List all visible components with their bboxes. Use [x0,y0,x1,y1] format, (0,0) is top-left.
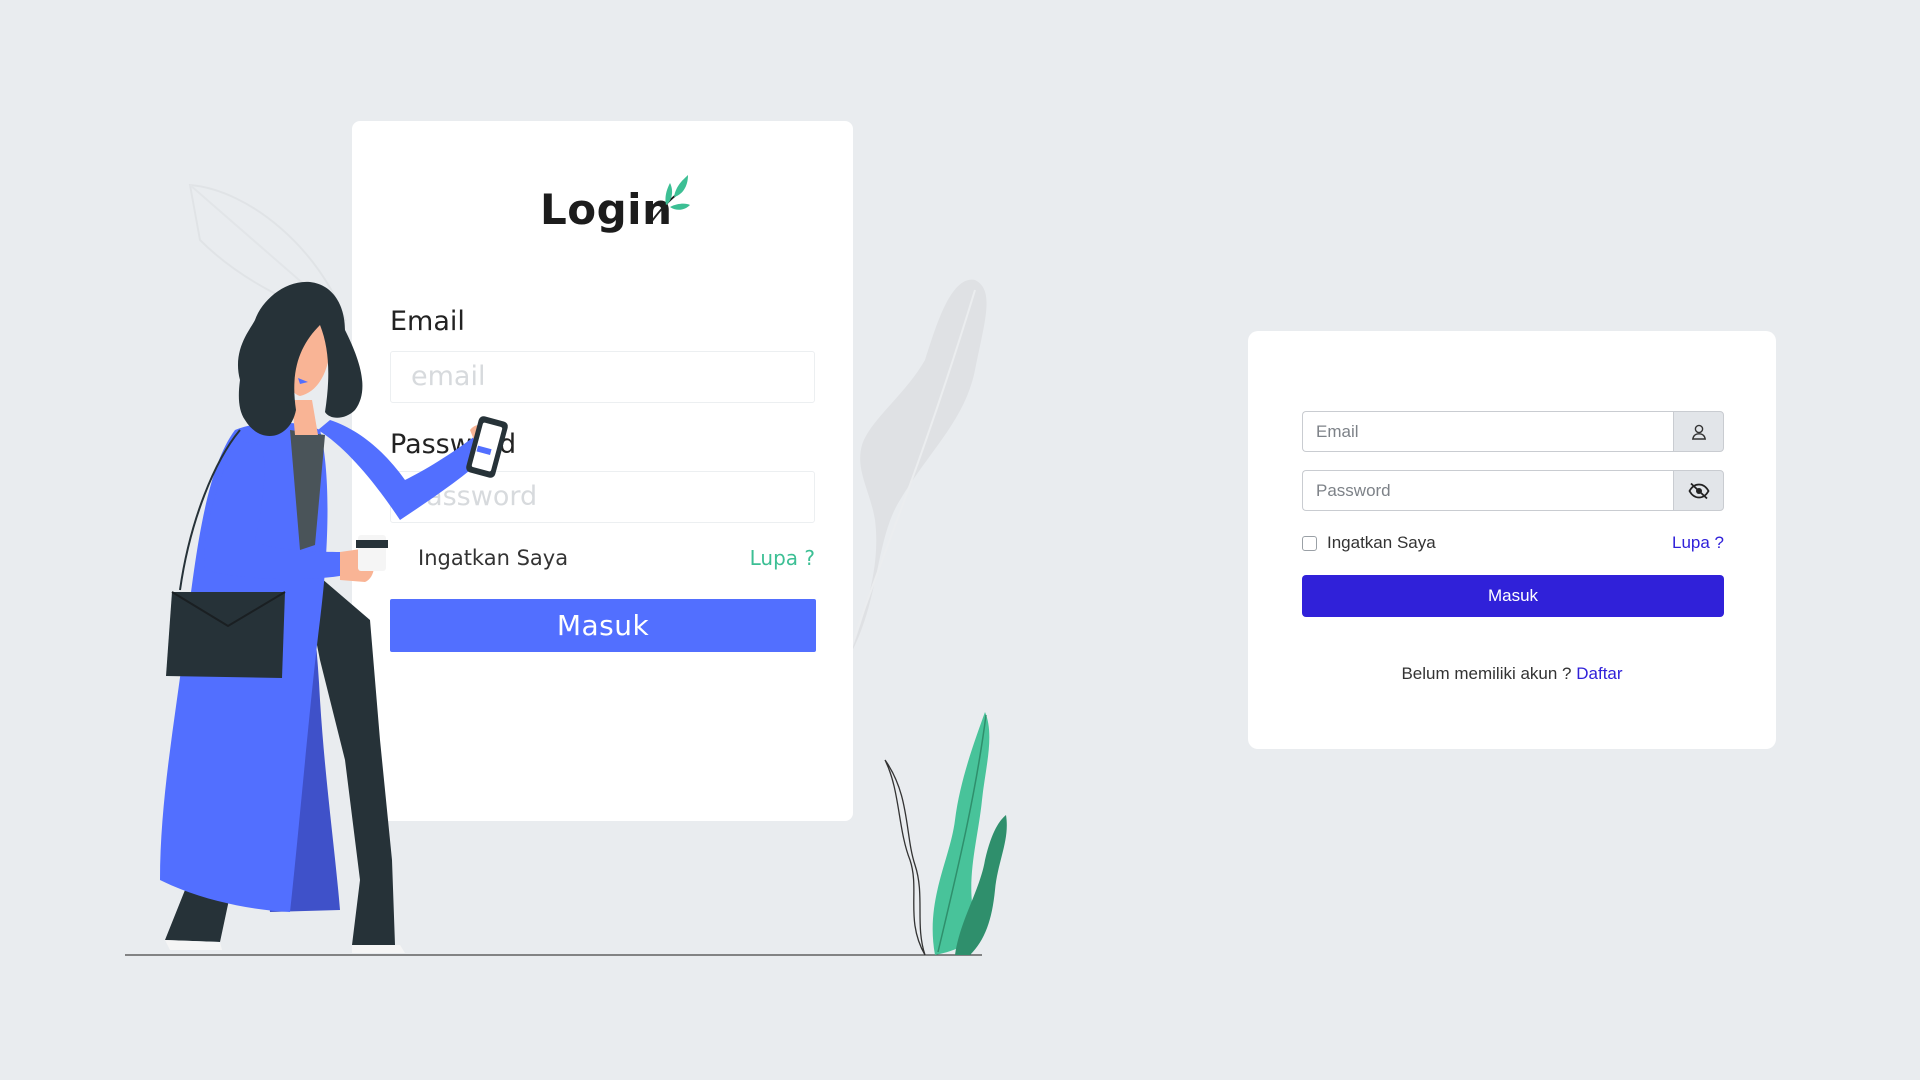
register-prompt: Belum memiliki akun ? Daftar [1248,664,1776,684]
password-input-group [1302,470,1724,511]
remember-me-checkbox[interactable] [1302,535,1317,551]
remember-row: Ingatkan Saya Lupa ? [1302,531,1724,555]
password-input[interactable] [1302,470,1673,511]
forgot-password-link[interactable]: Lupa ? [1672,533,1724,553]
user-icon [1691,424,1706,440]
email-input[interactable] [1302,411,1673,452]
remember-me[interactable]: Ingatkan Saya [1302,533,1436,553]
eye-slash-icon [1687,482,1710,499]
remember-me-label: Ingatkan Saya [1327,533,1436,552]
password-visibility-toggle[interactable] [1673,470,1724,511]
submit-button[interactable]: Masuk [1302,575,1724,617]
email-addon [1673,411,1724,452]
email-input-group [1302,411,1724,452]
login-card: Ingatkan Saya Lupa ? Masuk Belum memilik… [1248,331,1776,749]
register-prompt-text: Belum memiliki akun ? [1401,664,1572,683]
register-link[interactable]: Daftar [1576,664,1622,683]
